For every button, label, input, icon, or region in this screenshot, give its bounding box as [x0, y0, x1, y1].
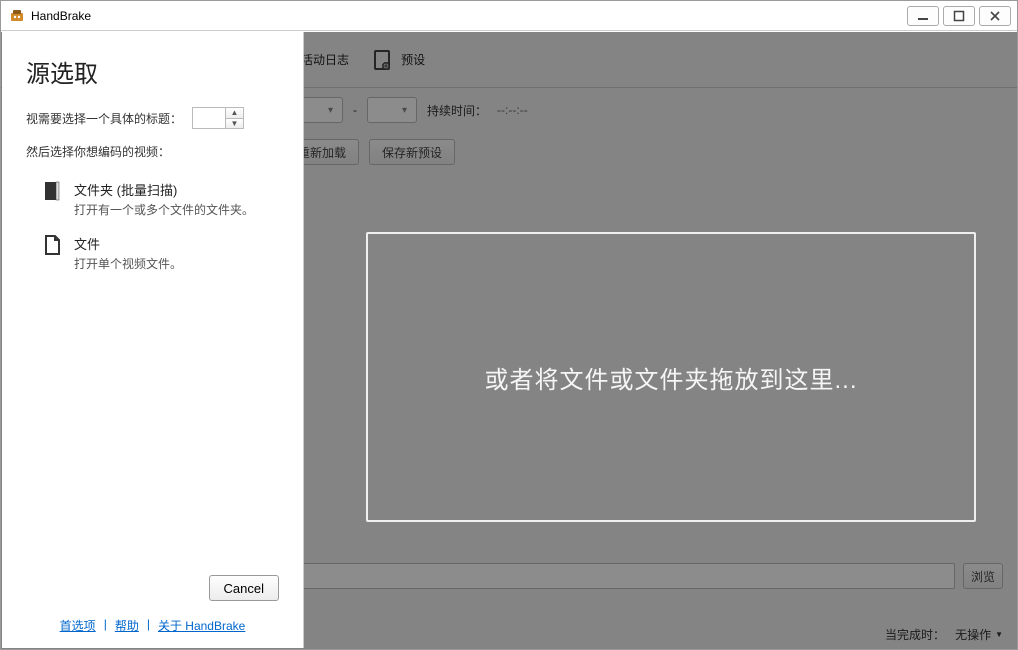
file-icon — [42, 234, 62, 258]
maximize-button[interactable] — [943, 6, 975, 26]
specific-title-spinner[interactable]: ▲ ▼ — [192, 107, 244, 129]
option-file[interactable]: 文件 打开单个视频文件。 — [26, 228, 279, 282]
link-help[interactable]: 帮助 — [115, 617, 139, 634]
close-button[interactable] — [979, 6, 1011, 26]
panel-footer-links: 首选项 | 帮助 | 关于 HandBrake — [60, 617, 246, 634]
spinner-up-button[interactable]: ▲ — [226, 108, 243, 119]
specific-title-input[interactable] — [193, 108, 225, 128]
panel-title: 源选取 — [26, 54, 279, 89]
specific-title-row: 视需要选择一个具体的标题： ▲ ▼ — [26, 107, 279, 129]
window-title: HandBrake — [31, 9, 91, 23]
app-icon — [9, 8, 25, 24]
source-selection-panel: 源选取 视需要选择一个具体的标题： ▲ ▼ 然后选择你想编码的视频： 文件夹 (… — [2, 32, 304, 648]
option-file-sub: 打开单个视频文件。 — [74, 255, 182, 272]
cancel-button[interactable]: Cancel — [209, 575, 279, 601]
drop-target[interactable]: 或者将文件或文件夹拖放到这里... — [366, 232, 976, 522]
titlebar: HandBrake — [1, 1, 1017, 31]
minimize-button[interactable] — [907, 6, 939, 26]
option-folder[interactable]: 文件夹 (批量扫描) 打开有一个或多个文件的文件夹。 — [26, 174, 279, 228]
folder-icon — [42, 180, 62, 204]
specific-title-label: 视需要选择一个具体的标题： — [26, 110, 182, 127]
app-window: HandBrake 开始编码 队列 预览 活动日志 — [0, 0, 1018, 650]
link-preferences[interactable]: 首选项 — [60, 617, 96, 634]
drop-target-text: 或者将文件或文件夹拖放到这里... — [484, 360, 857, 395]
window-buttons — [903, 6, 1011, 26]
option-folder-title: 文件夹 (批量扫描) — [74, 180, 254, 199]
link-about[interactable]: 关于 HandBrake — [158, 617, 245, 634]
then-choose-label: 然后选择你想编码的视频： — [26, 143, 279, 160]
option-folder-sub: 打开有一个或多个文件的文件夹。 — [74, 201, 254, 218]
option-file-title: 文件 — [74, 234, 182, 253]
spinner-down-button[interactable]: ▼ — [226, 119, 243, 129]
